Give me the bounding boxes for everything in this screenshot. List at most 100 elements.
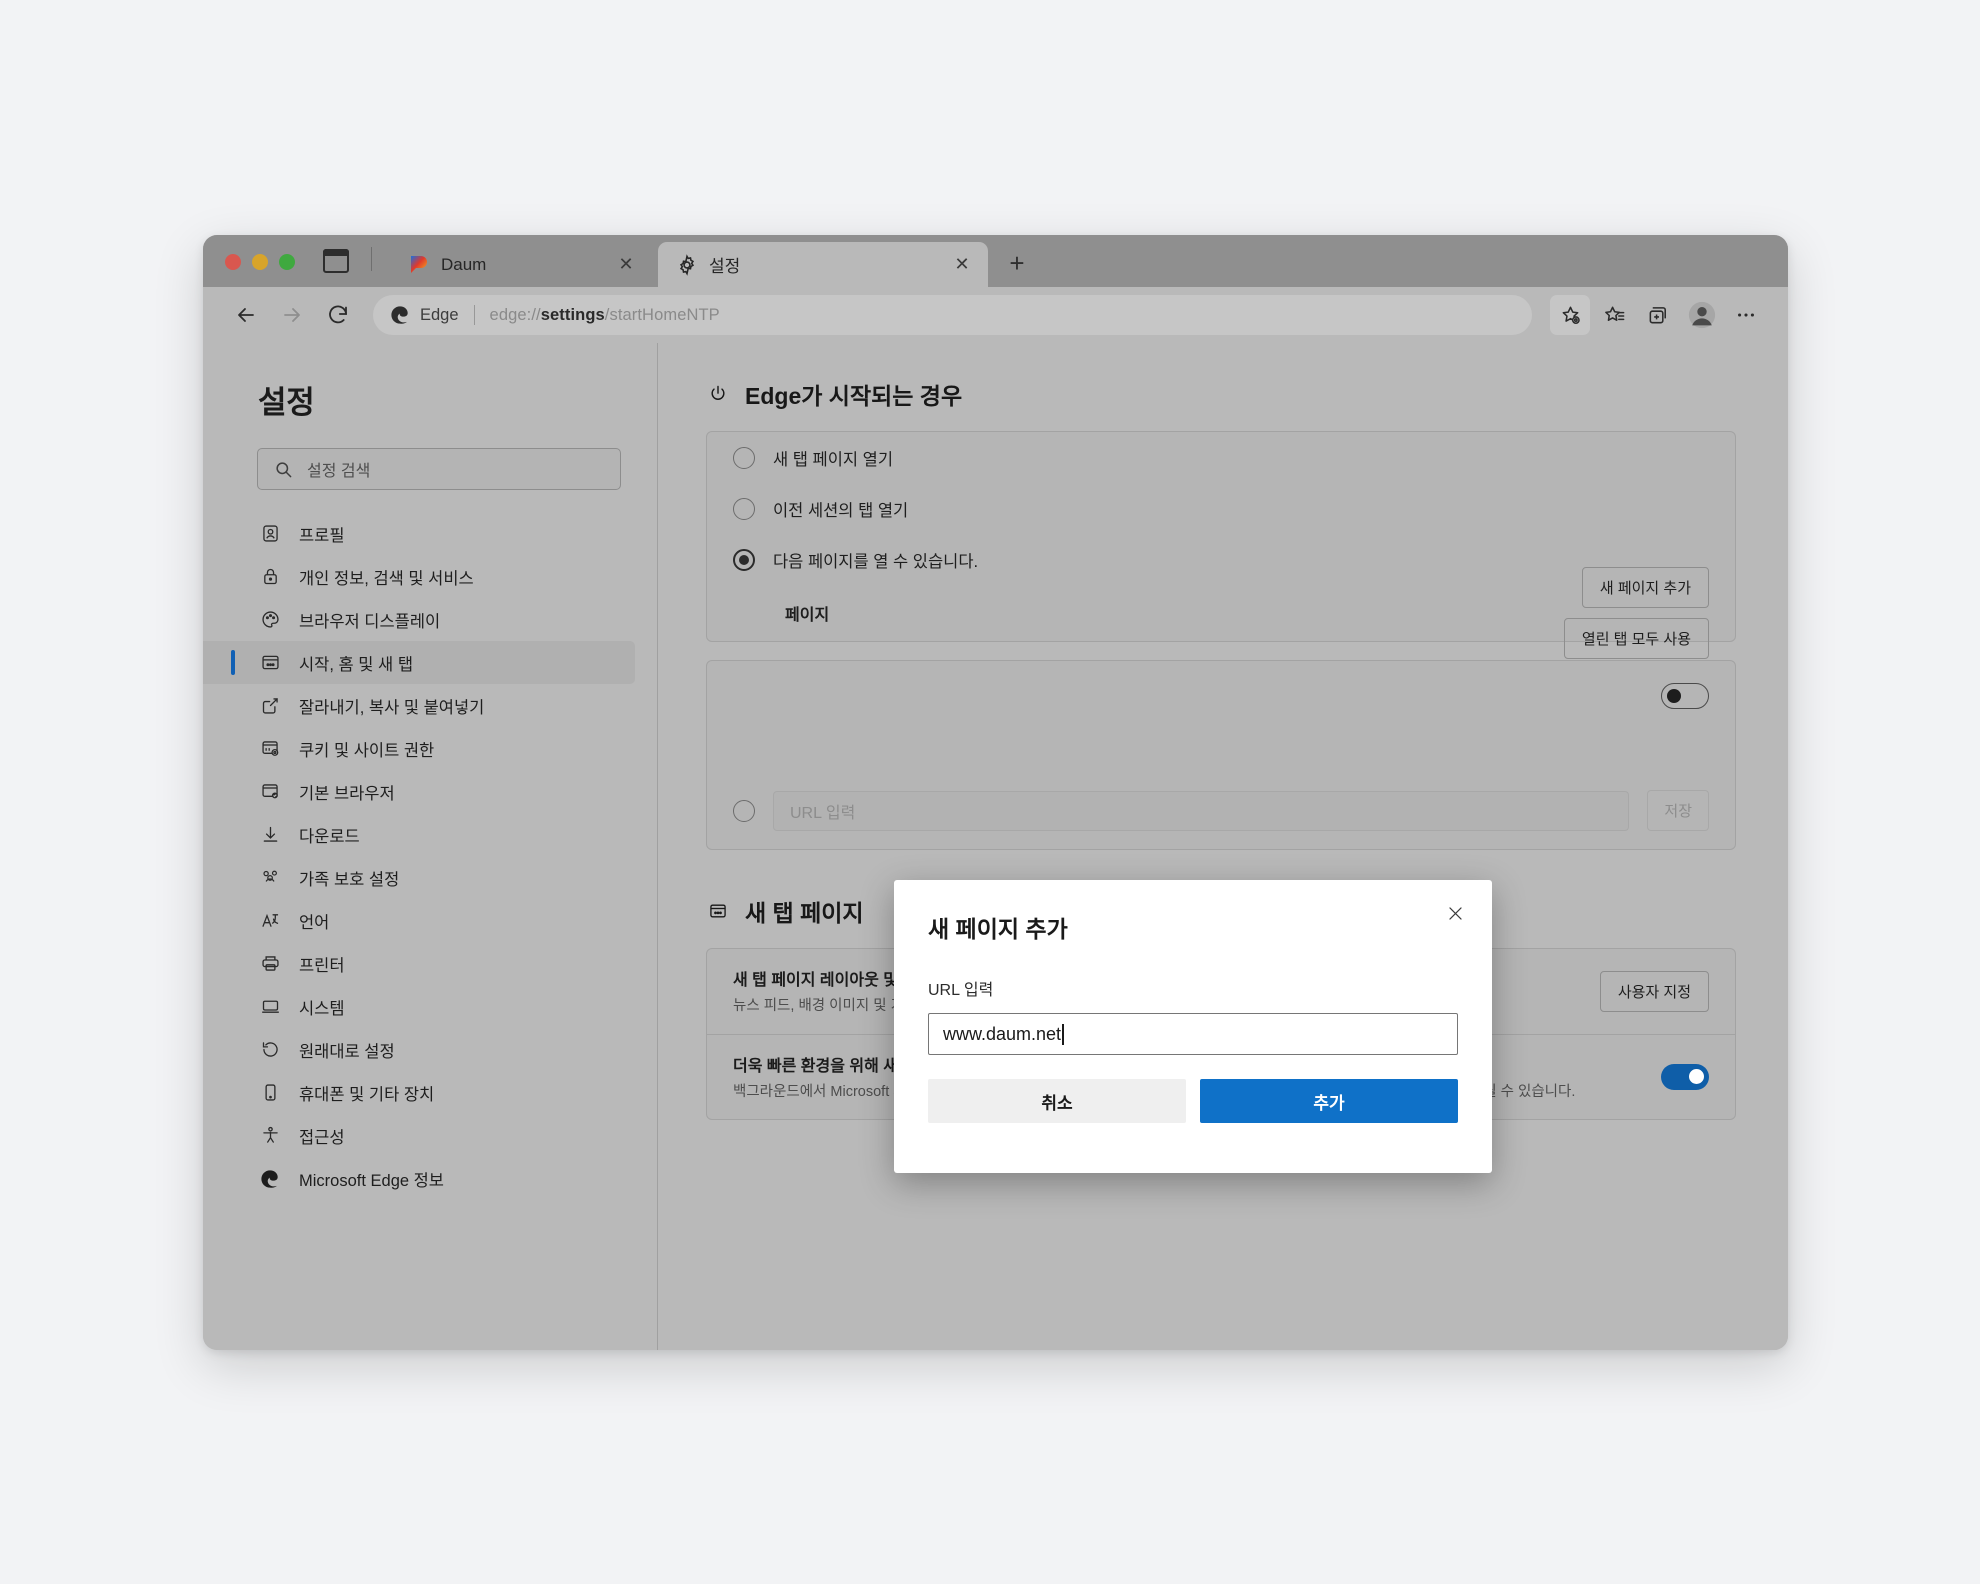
close-tab-button[interactable]: ✕ (614, 253, 638, 277)
daum-favicon (408, 254, 430, 276)
pages-actions: 새 페이지 추가 열린 탭 모두 사용 (1563, 567, 1709, 659)
sidebar-item-label: 브라우저 디스플레이 (299, 612, 441, 631)
radio-label: 다음 페이지를 열 수 있습니다. (773, 552, 979, 571)
divider (473, 305, 475, 325)
collections-icon[interactable] (1638, 295, 1678, 335)
sidebar-item-label: 다운로드 (299, 827, 360, 846)
cookies-icon (258, 737, 282, 761)
sidebar-item-reset-settings[interactable]: 원래대로 설정 (203, 1028, 657, 1071)
add-favorite-icon[interactable] (1550, 295, 1590, 335)
sidebar-item-label: Microsoft Edge 정보 (299, 1171, 444, 1190)
search-icon (274, 460, 293, 479)
radio-button[interactable] (733, 548, 755, 571)
sidebar-item-start-home-newtab[interactable]: 시작, 홈 및 새 탭 (203, 641, 635, 684)
sidebar-item-label: 잘라내기, 복사 및 붙여넣기 (299, 698, 485, 717)
sidebar-item-system[interactable]: 시스템 (203, 985, 657, 1028)
sidebar-item-accessibility[interactable]: 접근성 (203, 1114, 657, 1157)
section-title: 새 탭 페이지 (745, 900, 864, 926)
sidebar-item-label: 접근성 (299, 1128, 345, 1147)
radio-button[interactable] (733, 799, 755, 822)
close-icon[interactable] (1440, 898, 1470, 928)
home-button-card: URL 입력 저장 (706, 660, 1736, 850)
system-icon (258, 995, 282, 1019)
newtab-page-icon (706, 899, 730, 923)
url-prefix: edge:// (489, 305, 541, 324)
startup-icon (258, 651, 282, 675)
radio-label: 새 탭 페이지 열기 (773, 450, 894, 469)
use-all-open-tabs-button[interactable]: 열린 탭 모두 사용 (1563, 618, 1709, 659)
sidebar-item-label: 시작, 홈 및 새 탭 (299, 655, 414, 674)
sidebar-item-phone-devices[interactable]: 휴대폰 및 기타 장치 (203, 1071, 657, 1114)
home-url-input[interactable]: URL 입력 (773, 790, 1630, 831)
printer-icon (258, 952, 282, 976)
radio-open-previous-session[interactable]: 이전 세션의 탭 열기 (707, 483, 1735, 534)
sidebar-item-cut-copy-paste[interactable]: 잘라내기, 복사 및 붙여넣기 (203, 684, 657, 727)
family-icon (258, 866, 282, 890)
sidebar-item-label: 프로필 (299, 526, 345, 545)
dialog-actions: 취소 추가 (928, 1079, 1458, 1123)
lock-icon (258, 565, 282, 589)
sidebar-item-downloads[interactable]: 다운로드 (203, 813, 657, 856)
cancel-button[interactable]: 취소 (928, 1079, 1186, 1123)
search-input[interactable]: 설정 검색 (257, 448, 621, 490)
profile-icon (258, 522, 282, 546)
startup-section-heading: Edge가 시작되는 경우 (706, 377, 1736, 411)
tab-title: Daum (441, 254, 487, 274)
sidebar-item-cookies[interactable]: 쿠키 및 사이트 권한 (203, 727, 657, 770)
settings-content: Edge가 시작되는 경우 새 탭 페이지 열기 이전 세션의 탭 열기 다음 … (658, 343, 1788, 1350)
sidebar-item-label: 가족 보호 설정 (299, 870, 400, 889)
close-window-button[interactable] (225, 254, 241, 270)
sidebar-item-profile[interactable]: 프로필 (203, 512, 657, 555)
phone-icon (258, 1081, 282, 1105)
sidebar-item-label: 쿠키 및 사이트 권한 (299, 741, 435, 760)
sidebar-item-appearance[interactable]: 브라우저 디스플레이 (203, 598, 657, 641)
reload-icon[interactable] (317, 294, 359, 336)
edge-logo-icon (391, 306, 408, 324)
pages-row: 페이지 새 페이지 추가 열린 탭 모두 사용 (707, 567, 1735, 659)
home-url-row: URL 입력 저장 (733, 790, 1709, 831)
radio-button[interactable] (733, 446, 755, 469)
tab-settings[interactable]: 설정 ✕ (658, 242, 988, 287)
sidebar-item-label: 시스템 (299, 999, 345, 1018)
sidebar-item-languages[interactable]: 언어 (203, 899, 657, 942)
window-controls (203, 254, 295, 287)
pages-label: 페이지 (785, 607, 830, 624)
browser-toolbar: Edge edge://settings/startHomeNTP (203, 287, 1788, 343)
dialog-title: 새 페이지 추가 (928, 916, 1068, 942)
sidebar-item-label: 원래대로 설정 (299, 1042, 395, 1061)
address-bar[interactable]: Edge edge://settings/startHomeNTP (373, 295, 1532, 335)
add-button[interactable]: 추가 (1200, 1079, 1458, 1123)
sidebar-item-family-safety[interactable]: 가족 보호 설정 (203, 856, 657, 899)
sidebar-item-default-browser[interactable]: 기본 브라우저 (203, 770, 657, 813)
edge-badge: Edge (389, 304, 459, 326)
radio-label: 이전 세션의 탭 열기 (773, 501, 909, 520)
url-suffix: /startHomeNTP (604, 305, 720, 324)
zoom-window-button[interactable] (279, 254, 295, 270)
radio-open-new-tab[interactable]: 새 탭 페이지 열기 (707, 432, 1735, 483)
radio-button[interactable] (733, 497, 755, 520)
home-button-toggle[interactable] (1661, 683, 1709, 709)
reset-icon (258, 1038, 282, 1062)
new-tab-button[interactable]: + (1000, 246, 1034, 280)
add-new-page-button[interactable]: 새 페이지 추가 (1581, 567, 1709, 608)
back-arrow-icon[interactable] (225, 294, 267, 336)
favorites-icon[interactable] (1594, 295, 1634, 335)
sidebar-item-privacy[interactable]: 개인 정보, 검색 및 서비스 (203, 555, 657, 598)
tab-list-icon[interactable] (322, 248, 350, 273)
more-options-icon[interactable] (1726, 295, 1766, 335)
save-button[interactable]: 저장 (1647, 790, 1709, 831)
sidebar-item-about-edge[interactable]: Microsoft Edge 정보 (203, 1157, 657, 1200)
tab-daum[interactable]: Daum ✕ (390, 242, 652, 287)
sidebar-item-label: 기본 브라우저 (299, 784, 395, 803)
minimize-window-button[interactable] (252, 254, 268, 270)
customize-button[interactable]: 사용자 지정 (1599, 970, 1709, 1012)
sidebar-item-printers[interactable]: 프린터 (203, 942, 657, 985)
preload-newtab-toggle[interactable] (1661, 1063, 1709, 1090)
close-tab-button[interactable]: ✕ (950, 253, 974, 277)
settings-sidebar: 설정 설정 검색 프로필 개인 정보, 검색 및 서비스 브라우저 디스플레이 … (203, 343, 658, 1350)
tab-title: 설정 (709, 257, 741, 276)
url-input[interactable]: www.daum.net (928, 1013, 1458, 1055)
profile-avatar-icon[interactable] (1682, 295, 1722, 335)
share-icon (258, 694, 282, 718)
palette-icon (258, 608, 282, 632)
